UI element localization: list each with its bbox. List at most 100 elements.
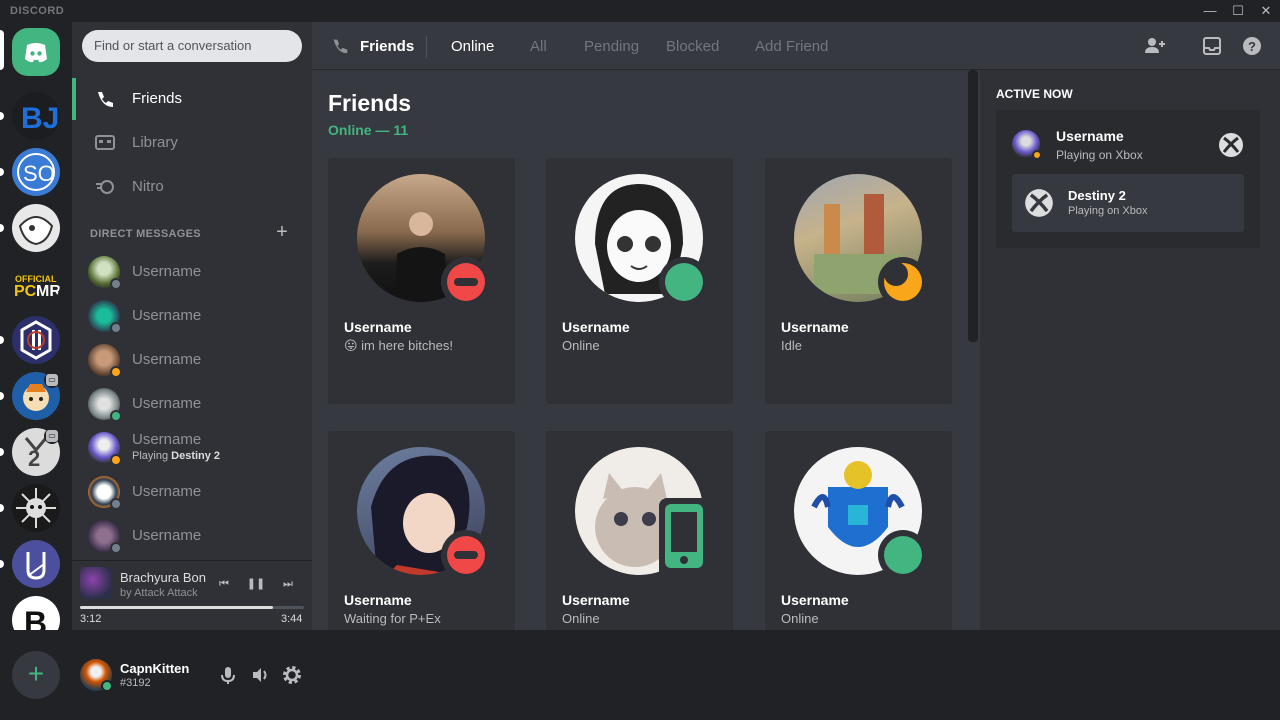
active-now-panel: ACTIVE NOW Username Playing on Xbox Dest… xyxy=(980,70,1280,630)
r6-logo-icon xyxy=(20,320,52,360)
friend-status: Waiting for P+Ex xyxy=(344,611,441,626)
dm-item[interactable]: Username xyxy=(80,338,304,382)
nav-friends[interactable]: Friends xyxy=(80,78,304,120)
nav-nitro[interactable]: Nitro xyxy=(80,166,304,208)
total-time: 3:44 xyxy=(281,613,303,625)
server-icon-b[interactable]: B xyxy=(12,596,60,630)
friend-card[interactable]: Username Waiting for P+Ex xyxy=(328,431,515,630)
server-icon-u[interactable] xyxy=(12,540,60,588)
inbox-icon[interactable] xyxy=(1200,35,1224,57)
activity-game: Destiny 2 xyxy=(171,450,221,462)
dm-item[interactable]: Username Playing Destiny 2 xyxy=(80,426,304,470)
tab-pending[interactable]: Pending xyxy=(584,38,639,55)
friend-card[interactable]: Username 😛 im here bitches! xyxy=(328,158,515,404)
friend-name: Username xyxy=(562,592,630,608)
idle-moon-icon xyxy=(884,262,908,286)
add-dm-button[interactable]: + xyxy=(274,222,290,242)
friend-name: Username xyxy=(344,592,412,608)
add-server-button[interactable]: + xyxy=(12,651,60,699)
page-title: Friends xyxy=(328,90,412,116)
dm-item[interactable]: Username xyxy=(80,470,304,514)
friend-status: Idle xyxy=(781,338,802,353)
friend-name: Username xyxy=(562,319,630,335)
server-icon-white[interactable] xyxy=(12,204,60,252)
mobile-phone-icon xyxy=(665,504,703,568)
new-group-dm-icon[interactable] xyxy=(1143,35,1167,57)
server-icon-r6[interactable] xyxy=(12,316,60,364)
unread-indicator xyxy=(0,504,4,512)
online-status-icon xyxy=(878,530,928,580)
friend-status: Online xyxy=(781,611,819,626)
library-icon xyxy=(94,132,116,154)
dm-item[interactable]: Username xyxy=(80,250,304,294)
track-artist: by Attack Attack xyxy=(120,587,198,599)
dm-item[interactable]: Username xyxy=(80,294,304,338)
unread-indicator xyxy=(0,392,4,400)
dm-item[interactable]: Username xyxy=(80,514,304,558)
home-button[interactable] xyxy=(12,28,60,76)
tab-blocked[interactable]: Blocked xyxy=(666,38,719,55)
svg-text:?: ? xyxy=(1248,39,1256,54)
search-input[interactable]: Find or start a conversation xyxy=(82,30,302,62)
friend-name: Username xyxy=(781,592,849,608)
dnd-status-icon xyxy=(441,257,491,307)
game-activity[interactable]: Destiny 2 Playing on Xbox xyxy=(1012,174,1244,232)
activity-user-name: Username xyxy=(1056,128,1124,144)
dm-name: Username xyxy=(132,431,202,448)
game-name: Destiny 2 xyxy=(1068,188,1126,203)
friends-list: Friends Online — 11 Username 😛 im here b… xyxy=(312,70,980,630)
server-icon-pcmr[interactable]: OFFICIAL PC MR xyxy=(12,260,60,308)
screen-share-badge: ▭ xyxy=(44,428,60,444)
dm-activity: Playing Destiny 2 xyxy=(132,450,220,462)
elapsed-time: 3:12 xyxy=(80,613,102,625)
header-title: Friends xyxy=(360,38,415,55)
activity-card[interactable]: Username Playing on Xbox Destiny 2 Playi… xyxy=(996,110,1260,248)
friend-name: Username xyxy=(781,319,849,335)
nav-library[interactable]: Library xyxy=(80,122,304,164)
unread-indicator xyxy=(0,448,4,456)
friend-card[interactable]: Username Idle xyxy=(765,158,952,404)
settings-gear-icon[interactable] xyxy=(281,664,303,686)
skull-logo-icon xyxy=(16,488,56,528)
progress-fill xyxy=(80,606,273,609)
screen-share-badge: ▭ xyxy=(44,372,60,388)
close-icon[interactable]: ✕ xyxy=(1251,2,1280,20)
b-logo-icon: B xyxy=(24,605,47,630)
server-icon-so[interactable]: SO xyxy=(12,148,60,196)
previous-track-icon[interactable]: ⏮ xyxy=(214,575,234,593)
mobile-status-icon xyxy=(659,498,709,580)
svg-text:PC: PC xyxy=(14,283,37,300)
microphone-icon[interactable] xyxy=(217,664,239,686)
username: CapnKitten xyxy=(120,661,190,676)
sketch-logo-icon xyxy=(18,216,54,246)
dm-name: Username xyxy=(132,351,202,368)
tab-add-friend[interactable]: Add Friend xyxy=(755,38,828,55)
dm-name: Username xyxy=(132,483,202,500)
dm-item[interactable]: Username xyxy=(80,382,304,426)
online-status-icon xyxy=(659,257,709,307)
status-dot xyxy=(110,410,122,422)
friend-card[interactable]: Username Online xyxy=(546,158,733,404)
friend-card[interactable]: Username Online xyxy=(765,431,952,630)
pause-icon[interactable]: ❚❚ xyxy=(246,575,266,593)
friend-card[interactable]: Username Online xyxy=(546,431,733,630)
tab-online[interactable]: Online xyxy=(451,38,494,55)
minimize-icon[interactable]: — xyxy=(1195,2,1225,20)
unread-indicator xyxy=(0,112,4,120)
status-dot xyxy=(110,278,122,290)
online-count: Online — 11 xyxy=(328,122,409,138)
server-icon-skull[interactable] xyxy=(12,484,60,532)
server-icon-bj[interactable]: BJ xyxy=(12,92,60,140)
activity-text: Playing on Xbox xyxy=(1056,148,1143,162)
music-player: Brachyura Bon by Attack Attack ⏮ ❚❚ ⏭ 3:… xyxy=(72,560,312,630)
maximize-icon[interactable]: ☐ xyxy=(1223,2,1253,20)
dm-name: Username xyxy=(132,395,202,412)
server-rail: BJ SO OFFICIAL PC MR ▭ 2 ▭ B xyxy=(0,22,72,630)
scrollbar[interactable] xyxy=(968,70,978,342)
next-track-icon[interactable]: ⏭ xyxy=(278,575,298,593)
headphones-icon[interactable] xyxy=(249,664,271,686)
help-icon[interactable]: ? xyxy=(1240,35,1264,57)
tab-all[interactable]: All xyxy=(530,38,547,55)
album-art xyxy=(80,567,112,599)
progress-bar[interactable] xyxy=(80,606,304,609)
